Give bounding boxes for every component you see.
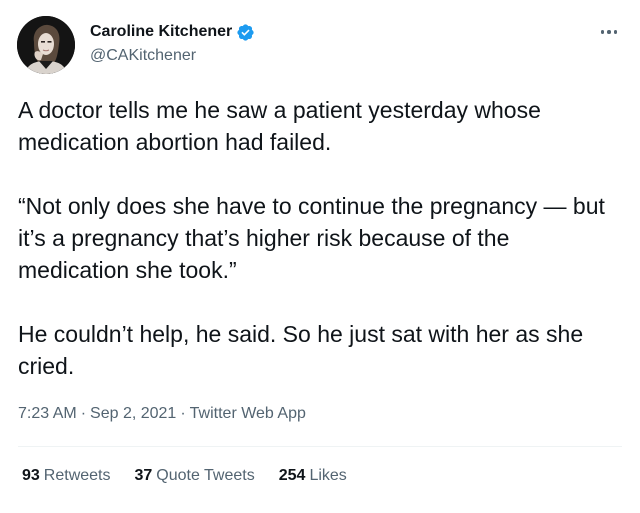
tweet-stats: 93 Retweets 37 Quote Tweets 254 Likes xyxy=(22,465,347,487)
tweet-card: Caroline Kitchener @CAKitchener A doctor… xyxy=(0,0,640,513)
tweet-date[interactable]: Sep 2, 2021 xyxy=(90,402,176,426)
retweets-stat[interactable]: 93 Retweets xyxy=(22,465,111,487)
divider xyxy=(18,446,622,447)
tweet-source-app[interactable]: Twitter Web App xyxy=(190,402,306,426)
meta-separator: · xyxy=(180,405,186,422)
author-handle[interactable]: @CAKitchener xyxy=(90,46,196,66)
more-dot xyxy=(607,30,611,34)
tweet-paragraph-3: He couldn’t help, he said. So he just sa… xyxy=(18,321,584,379)
tweet-paragraph-1: A doctor tells me he saw a patient yeste… xyxy=(18,97,541,155)
more-dot xyxy=(613,30,618,34)
quote-tweets-count: 37 xyxy=(134,467,153,484)
avatar[interactable] xyxy=(17,16,75,74)
likes-count: 254 xyxy=(278,467,306,484)
retweets-label: Retweets xyxy=(43,467,111,484)
author-display-name[interactable]: Caroline Kitchener xyxy=(90,22,232,42)
more-options-icon[interactable] xyxy=(594,22,624,42)
likes-label: Likes xyxy=(309,467,347,484)
verified-badge-icon xyxy=(236,23,255,42)
author-name-row[interactable]: Caroline Kitchener xyxy=(90,22,255,42)
meta-separator: · xyxy=(80,405,87,422)
profile-photo xyxy=(17,16,75,74)
tweet-paragraph-2: “Not only does she have to continue the … xyxy=(18,193,605,283)
more-dot xyxy=(600,30,605,34)
tweet-time[interactable]: 7:23 AM xyxy=(18,402,77,426)
quote-tweets-label: Quote Tweets xyxy=(156,467,255,484)
tweet-meta: 7:23 AM · Sep 2, 2021 · Twitter Web App xyxy=(18,402,306,426)
tweet-text: A doctor tells me he saw a patient yeste… xyxy=(18,94,618,382)
quote-tweets-stat[interactable]: 37 Quote Tweets xyxy=(135,465,255,487)
retweets-count: 93 xyxy=(22,467,40,484)
likes-stat[interactable]: 254 Likes xyxy=(279,465,347,487)
